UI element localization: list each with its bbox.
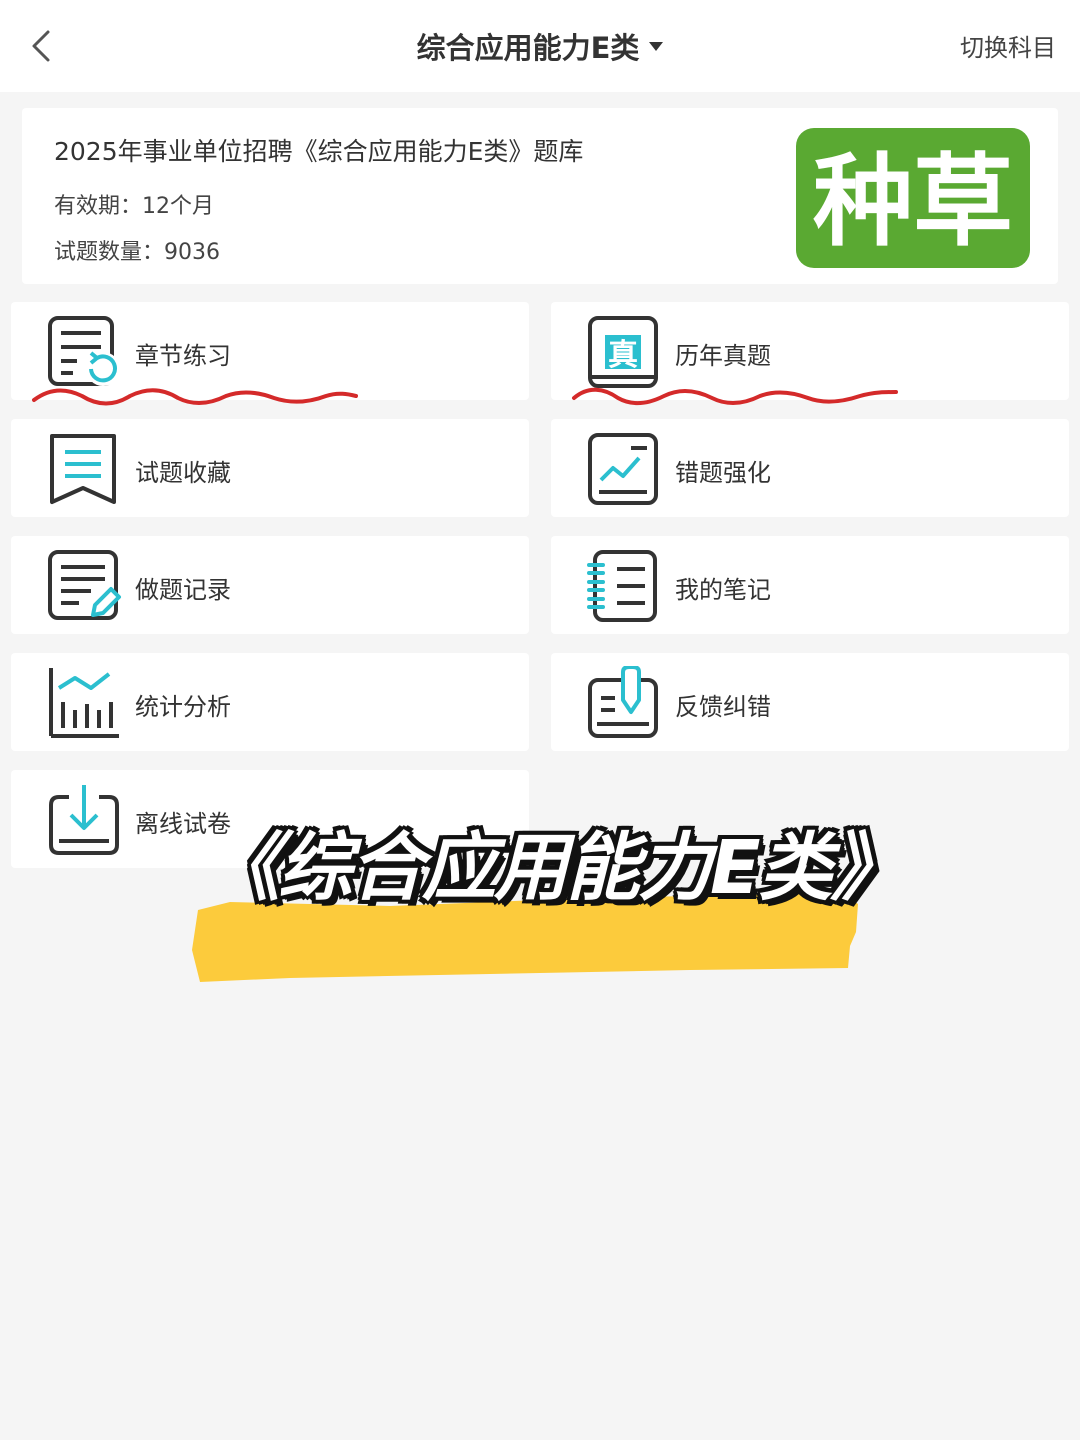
notebook-icon <box>587 550 657 622</box>
logo-text: 种草 <box>813 143 1013 260</box>
bookmark-icon <box>50 434 116 504</box>
back-button[interactable] <box>18 22 66 70</box>
caret-down-icon <box>649 41 664 51</box>
subject-dropdown[interactable]: 综合应用能力E类 <box>417 25 664 67</box>
menu-label: 离线试卷 <box>135 810 231 838</box>
switch-subject-button[interactable]: 切换科目 <box>960 28 1056 63</box>
menu-label: 统计分析 <box>135 693 231 721</box>
question-bank-info-card: 2025年事业单位招聘《综合应用能力E类》题库 有效期：12个月 试题数量：90… <box>22 108 1058 284</box>
menu-chapter-practice[interactable]: 章节练习 <box>11 302 529 400</box>
menu-records[interactable]: 做题记录 <box>11 536 529 634</box>
question-count: 试题数量：9036 <box>54 240 220 265</box>
title-wrap: 综合应用能力E类 <box>0 0 1080 92</box>
menu-label: 错题强化 <box>675 459 771 487</box>
menu-label: 做题记录 <box>135 576 231 604</box>
past-exams-icon: 真 <box>588 316 658 388</box>
trend-chart-icon <box>588 433 658 505</box>
question-bank-title: 2025年事业单位招聘《综合应用能力E类》题库 <box>54 137 584 166</box>
top-nav-bar: 综合应用能力E类 切换科目 <box>0 0 1080 92</box>
menu-statistics[interactable]: 统计分析 <box>11 653 529 751</box>
zhongcao-logo: 种草 <box>796 128 1030 268</box>
menu-favorites[interactable]: 试题收藏 <box>11 419 529 517</box>
svg-text:真: 真 <box>608 338 638 373</box>
yellow-highlight-stroke <box>192 890 858 982</box>
chevron-left-icon <box>32 30 50 62</box>
menu-label: 反馈纠错 <box>675 693 771 721</box>
menu-mistakes[interactable]: 错题强化 <box>551 419 1069 517</box>
feedback-icon <box>588 666 658 738</box>
chapter-practice-icon <box>48 316 120 386</box>
bar-chart-icon <box>49 668 119 738</box>
record-edit-icon <box>48 550 121 620</box>
validity-period: 有效期：12个月 <box>54 194 214 219</box>
page-title: 综合应用能力E类 <box>416 31 640 65</box>
download-icon <box>49 785 119 855</box>
menu-label: 历年真题 <box>675 342 771 370</box>
menu-label: 章节练习 <box>135 342 231 370</box>
menu-notes[interactable]: 我的笔记 <box>551 536 1069 634</box>
menu-label: 试题收藏 <box>135 459 231 487</box>
menu-feedback[interactable]: 反馈纠错 <box>551 653 1069 751</box>
menu-offline[interactable]: 离线试卷 <box>11 770 529 868</box>
menu-past-exams[interactable]: 真 历年真题 <box>551 302 1069 400</box>
menu-label: 我的笔记 <box>675 576 771 604</box>
